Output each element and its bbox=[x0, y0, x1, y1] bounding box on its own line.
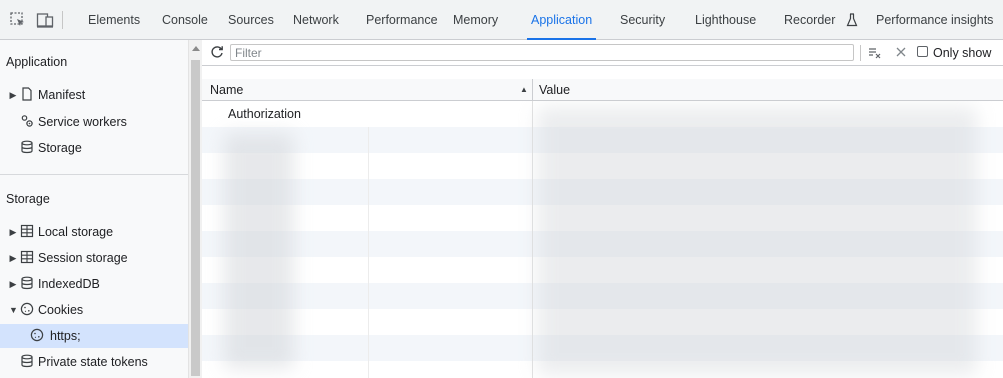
cookie-table-body: Authorization bbox=[202, 101, 1003, 378]
cookies-toolbar: Only show bbox=[202, 40, 1003, 66]
column-divider bbox=[368, 127, 369, 378]
sidebar-item-private-state-tokens[interactable]: Private state tokens bbox=[0, 350, 188, 374]
column-header-value[interactable]: Value bbox=[539, 79, 570, 101]
toolbar-separator bbox=[62, 11, 63, 29]
filter-input[interactable] bbox=[230, 44, 854, 61]
column-header-name[interactable]: Name bbox=[210, 79, 243, 101]
sidebar-item-label: Service workers bbox=[38, 115, 127, 129]
sidebar-item-label: IndexedDB bbox=[38, 277, 100, 291]
sidebar-item-indexeddb[interactable]: ▶ IndexedDB bbox=[0, 272, 188, 296]
tab-security[interactable]: Security bbox=[620, 0, 665, 40]
collapse-arrow-icon[interactable]: ▼ bbox=[9, 298, 18, 322]
tab-application[interactable]: Application bbox=[526, 0, 597, 40]
table-grid-icon bbox=[20, 250, 34, 264]
tab-recorder-label: Recorder bbox=[784, 13, 836, 27]
tab-elements[interactable]: Elements bbox=[88, 0, 140, 40]
tab-console[interactable]: Console bbox=[162, 0, 208, 40]
flask-icon bbox=[846, 13, 858, 27]
sidebar-item-label: Local storage bbox=[38, 225, 114, 239]
tab-recorder[interactable]: Recorder bbox=[784, 0, 858, 40]
sort-ascending-icon[interactable]: ▲ bbox=[520, 79, 528, 101]
sidebar-item-local-storage[interactable]: ▶ Local storage bbox=[0, 220, 188, 244]
section-divider bbox=[0, 174, 188, 175]
expand-arrow-icon[interactable]: ▶ bbox=[9, 83, 17, 107]
table-grid-icon bbox=[20, 224, 34, 238]
sidebar-item-manifest[interactable]: ▶ Manifest bbox=[0, 83, 188, 107]
redacted-cookie-values bbox=[537, 107, 977, 375]
expand-arrow-icon[interactable]: ▶ bbox=[9, 272, 17, 296]
only-show-checkbox[interactable] bbox=[917, 46, 928, 57]
sidebar-item-cookie-origin[interactable]: https; bbox=[0, 324, 188, 348]
device-toolbar-icon[interactable] bbox=[36, 11, 54, 29]
cookie-table-header: Name ▲ Value bbox=[202, 79, 1003, 101]
application-sidebar: Application ▶ Manifest Service workers S… bbox=[0, 40, 188, 378]
tab-memory[interactable]: Memory bbox=[453, 0, 498, 40]
devtools-tab-bar: Elements Console Sources Network Perform… bbox=[0, 0, 1003, 40]
column-divider[interactable] bbox=[532, 79, 533, 101]
tab-network[interactable]: Network bbox=[293, 0, 339, 40]
delete-all-icon[interactable] bbox=[895, 46, 907, 58]
database-icon bbox=[21, 140, 33, 154]
sidebar-item-service-workers[interactable]: Service workers bbox=[0, 110, 188, 134]
sidebar-item-label: Cookies bbox=[38, 303, 84, 317]
tab-performance[interactable]: Performance bbox=[366, 0, 438, 40]
toolbar-spacer bbox=[202, 66, 1003, 79]
cookie-icon bbox=[20, 302, 34, 316]
database-icon bbox=[21, 276, 33, 290]
expand-arrow-icon[interactable]: ▶ bbox=[9, 246, 17, 270]
sidebar-item-label: https; bbox=[50, 329, 81, 343]
only-show-label: Only show bbox=[933, 46, 992, 60]
sidebar-item-label: Private state tokens bbox=[38, 355, 148, 369]
sidebar-item-session-storage[interactable]: ▶ Session storage bbox=[0, 246, 188, 270]
database-icon bbox=[21, 354, 33, 368]
gears-icon bbox=[21, 115, 33, 127]
document-icon bbox=[22, 87, 32, 101]
sidebar-scrollbar[interactable] bbox=[188, 40, 202, 378]
toolbar-separator bbox=[860, 45, 861, 61]
clear-filtered-icon[interactable] bbox=[868, 46, 882, 60]
refresh-icon[interactable] bbox=[210, 45, 224, 59]
sidebar-item-label: Manifest bbox=[38, 88, 86, 102]
expand-arrow-icon[interactable]: ▶ bbox=[9, 220, 17, 244]
tab-lighthouse[interactable]: Lighthouse bbox=[695, 0, 756, 40]
cookie-name-cell: Authorization bbox=[228, 107, 301, 121]
redacted-name-values bbox=[224, 133, 294, 369]
inspect-element-icon[interactable] bbox=[9, 11, 27, 29]
sidebar-item-cookies[interactable]: ▼ Cookies bbox=[0, 298, 188, 322]
section-title-storage: Storage bbox=[6, 192, 50, 206]
sidebar-item-label: Session storage bbox=[38, 251, 128, 265]
tab-sources[interactable]: Sources bbox=[228, 0, 274, 40]
cookie-icon bbox=[30, 328, 44, 342]
scrollbar-thumb[interactable] bbox=[191, 60, 200, 376]
tab-performance-insights[interactable]: Performance insights bbox=[876, 0, 993, 40]
sidebar-item-storage-overview[interactable]: Storage bbox=[0, 136, 188, 160]
column-divider bbox=[532, 101, 533, 378]
section-title-application: Application bbox=[6, 55, 68, 69]
sidebar-item-label: Storage bbox=[38, 141, 82, 155]
scroll-up-arrow-icon[interactable] bbox=[192, 46, 200, 51]
